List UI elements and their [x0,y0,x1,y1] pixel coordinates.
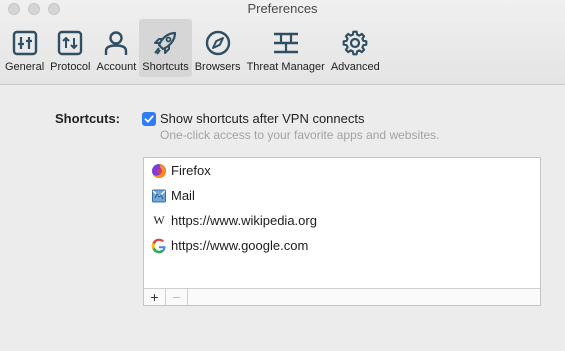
sliders-icon [12,30,37,56]
tab-label: Account [96,61,137,73]
shortcuts-label: Shortcuts: [55,111,120,126]
wikipedia-icon: W [153,213,165,227]
list-item[interactable]: Mail [144,183,540,208]
firefox-icon [151,163,167,179]
tab-account[interactable]: Account [94,19,140,77]
shortcuts-list: Firefox Mail W https://www.wikipedia.org [143,157,541,306]
tab-label: Advanced [330,61,380,73]
tab-threat-manager[interactable]: Threat Manager [244,19,328,77]
tab-label: Threat Manager [246,61,325,73]
gear-icon [342,30,368,56]
tab-shortcuts[interactable]: Shortcuts [139,19,192,77]
tab-advanced[interactable]: Advanced [328,19,383,77]
person-icon [105,31,128,55]
protocol-arrows-icon [58,30,83,56]
list-item-label: https://www.wikipedia.org [171,213,317,228]
preferences-window: Preferences General Protocol Account Sho… [0,0,565,351]
tab-label: Protocol [50,61,91,73]
checkmark-icon [144,114,154,123]
tab-browsers[interactable]: Browsers [192,19,244,77]
toolbar: Preferences General Protocol Account Sho… [0,0,565,85]
rocket-icon [154,31,177,55]
list-item-label: Firefox [171,163,211,178]
list-item[interactable]: Firefox [144,158,540,183]
add-shortcut-button[interactable]: + [144,289,166,305]
mail-icon [151,188,167,204]
tab-protocol[interactable]: Protocol [47,19,93,77]
list-item-label: Mail [171,188,195,203]
tab-label: General [5,61,45,73]
shortcuts-description: One-click access to your favorite apps a… [160,128,440,142]
threat-manager-icon [273,32,298,54]
show-shortcuts-label: Show shortcuts after VPN connects [160,111,365,126]
list-item[interactable]: W https://www.wikipedia.org [144,208,540,233]
remove-shortcut-button[interactable]: − [166,289,188,305]
compass-icon [205,30,230,56]
preferences-tabs: General Protocol Account Shortcuts Brows… [2,19,383,77]
shortcuts-pane: Shortcuts: Show shortcuts after VPN conn… [0,86,565,351]
window-title: Preferences [247,1,318,16]
tab-label: Shortcuts [142,61,189,73]
list-footer: + − [144,288,540,305]
list-item[interactable]: https://www.google.com [144,233,540,258]
list-item-label: https://www.google.com [171,238,309,253]
google-icon [151,238,167,254]
tab-general[interactable]: General [2,19,47,77]
tab-label: Browsers [194,61,241,73]
show-shortcuts-option[interactable]: Show shortcuts after VPN connects [142,111,364,126]
show-shortcuts-checkbox[interactable] [142,111,156,126]
